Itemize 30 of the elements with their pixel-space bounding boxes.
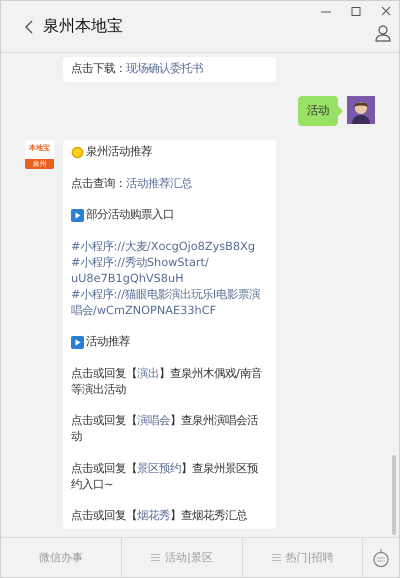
window-title: 泉州本地宝: [43, 16, 123, 37]
section-heading: 部分活动购票入口: [86, 207, 174, 223]
mini-program-link[interactable]: #小程序://大麦/XocgOjo8ZysB8Xg: [71, 238, 268, 254]
link[interactable]: 现场确认委托书: [126, 62, 203, 75]
scrollbar[interactable]: [392, 455, 396, 535]
mini-program-link[interactable]: #小程序://秀动ShowStart/uU8e7B1gQhVS8uH: [71, 254, 268, 286]
message-text: 点击查询：活动推荐汇总: [71, 176, 192, 190]
maximize-icon[interactable]: [351, 5, 361, 19]
menu-icon: [272, 554, 281, 561]
message-text: 点击或回复【演唱会】查泉州演唱会活动: [71, 414, 258, 443]
play-icon: [71, 336, 84, 348]
menu-icon: [151, 554, 160, 561]
section-heading: 活动推荐: [86, 334, 130, 350]
profile-icon[interactable]: [375, 25, 391, 42]
link[interactable]: 演唱会: [137, 414, 170, 427]
mini-program-link[interactable]: #小程序://猫眼电影演出玩乐I电影票演唱会/wCmZNOPNAE33hCF: [71, 286, 268, 318]
message-text: 点击或回复【演出】查泉州木偶戏/南音等演出活动: [71, 366, 262, 396]
link[interactable]: 景区预约: [137, 462, 181, 474]
keyboard-icon[interactable]: [373, 548, 389, 566]
section-heading: 泉州活动推荐: [86, 144, 152, 160]
link[interactable]: 活动推荐汇总: [126, 176, 192, 190]
sent-message-text: 活动: [307, 104, 329, 117]
back-icon[interactable]: [25, 20, 33, 34]
link[interactable]: 演出: [137, 366, 159, 380]
message-text: 点击或回复【景区预约】查泉州景区预约入口~: [71, 462, 258, 490]
link[interactable]: 烟花秀: [137, 509, 170, 522]
play-icon: [71, 208, 84, 222]
sun-icon: [71, 146, 84, 158]
message-text: 点击或回复【烟花秀】查烟花秀汇总: [71, 509, 247, 522]
message-text: 点击下载：现场确认委托书: [71, 62, 203, 75]
